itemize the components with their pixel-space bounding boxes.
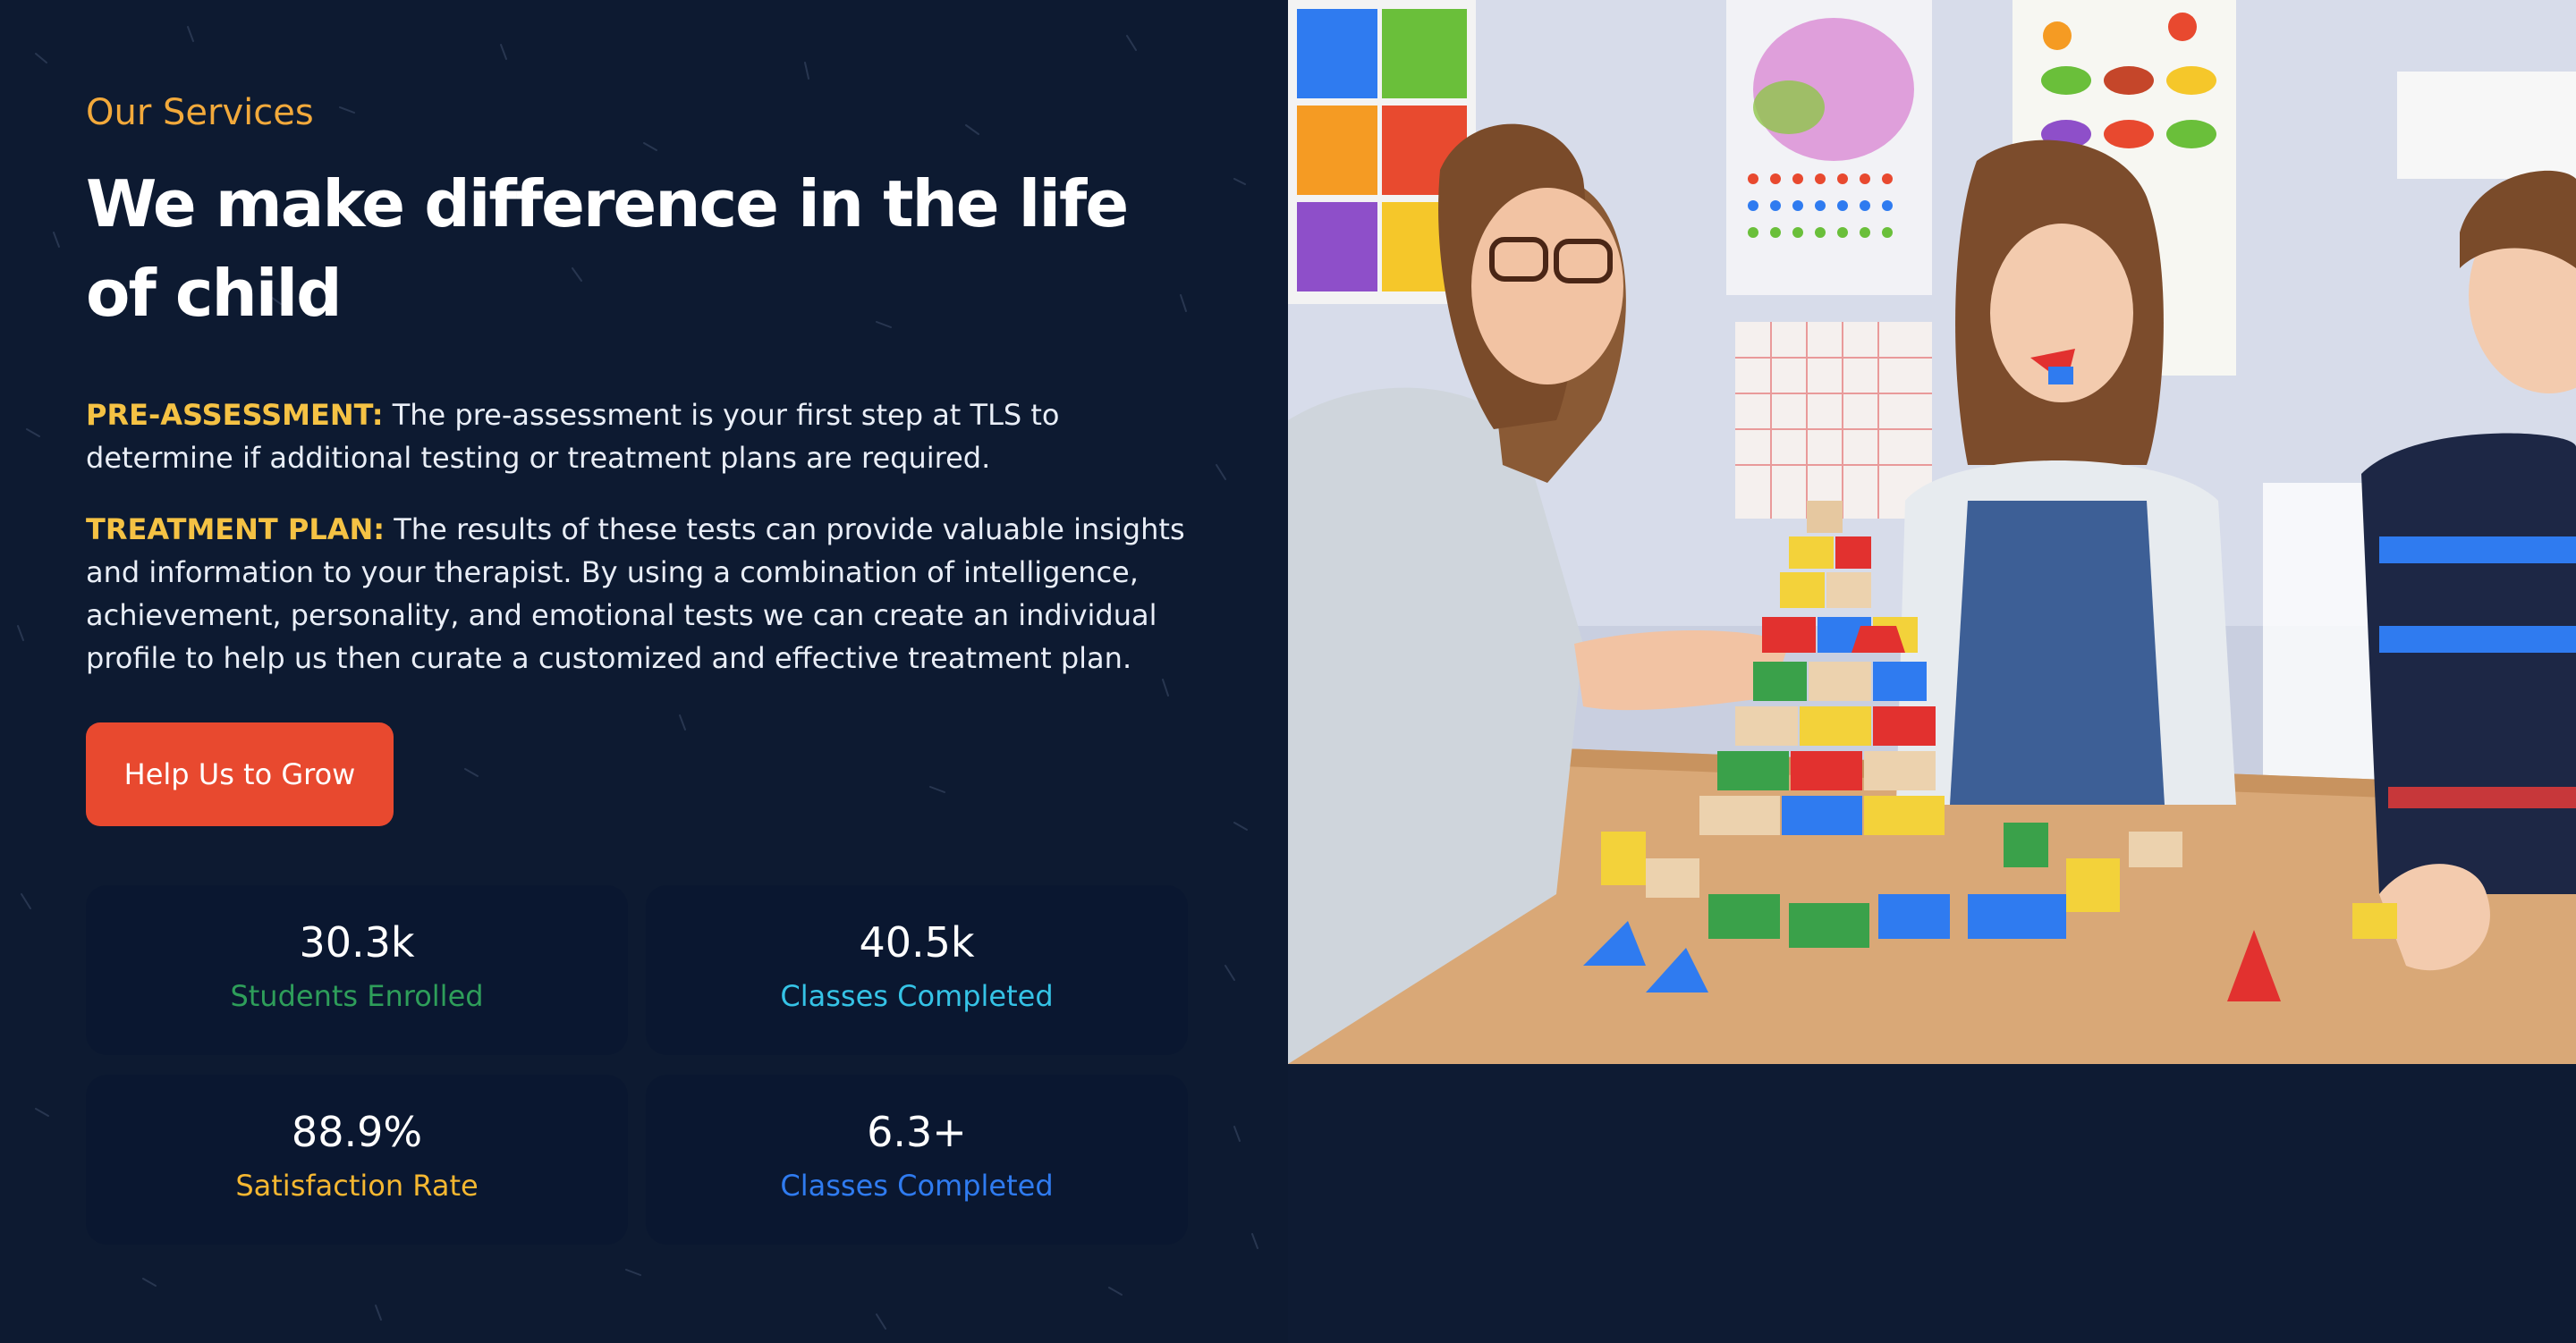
stat-label: Students Enrolled: [230, 979, 484, 1013]
classroom-illustration: [1288, 0, 2576, 1064]
map-poster: [1726, 0, 1932, 295]
services-section: Our Services We make difference in the l…: [0, 0, 2576, 1343]
stat-card-classes-completed-2: 6.3+ Classes Completed: [646, 1075, 1188, 1245]
stat-value: 40.5k: [859, 918, 975, 967]
stat-value: 88.9%: [291, 1108, 423, 1156]
stat-card-classes-completed: 40.5k Classes Completed: [646, 885, 1188, 1055]
pre-assessment-paragraph: PRE-ASSESSMENT: The pre-assessment is yo…: [86, 393, 1213, 479]
pre-assessment-heading: PRE-ASSESSMENT:: [86, 398, 384, 432]
stat-value: 6.3+: [867, 1108, 967, 1156]
services-text-panel: Our Services We make difference in the l…: [0, 0, 1288, 1343]
treatment-plan-heading: TREATMENT PLAN:: [86, 512, 386, 546]
stat-card-satisfaction-rate: 88.9% Satisfaction Rate: [86, 1075, 628, 1245]
stat-card-students-enrolled: 30.3k Students Enrolled: [86, 885, 628, 1055]
classroom-photo: [1288, 0, 2576, 1064]
stat-label: Classes Completed: [780, 1169, 1054, 1203]
services-content: Our Services We make difference in the l…: [86, 88, 1213, 680]
help-us-to-grow-button[interactable]: Help Us to Grow: [86, 722, 394, 826]
stat-label: Classes Completed: [780, 979, 1054, 1013]
section-eyebrow: Our Services: [86, 92, 314, 133]
section-title: We make difference in the life of child: [86, 166, 1129, 331]
stat-label: Satisfaction Rate: [235, 1169, 479, 1203]
treatment-plan-paragraph: TREATMENT PLAN: The results of these tes…: [86, 508, 1213, 680]
stat-value: 30.3k: [299, 918, 415, 967]
